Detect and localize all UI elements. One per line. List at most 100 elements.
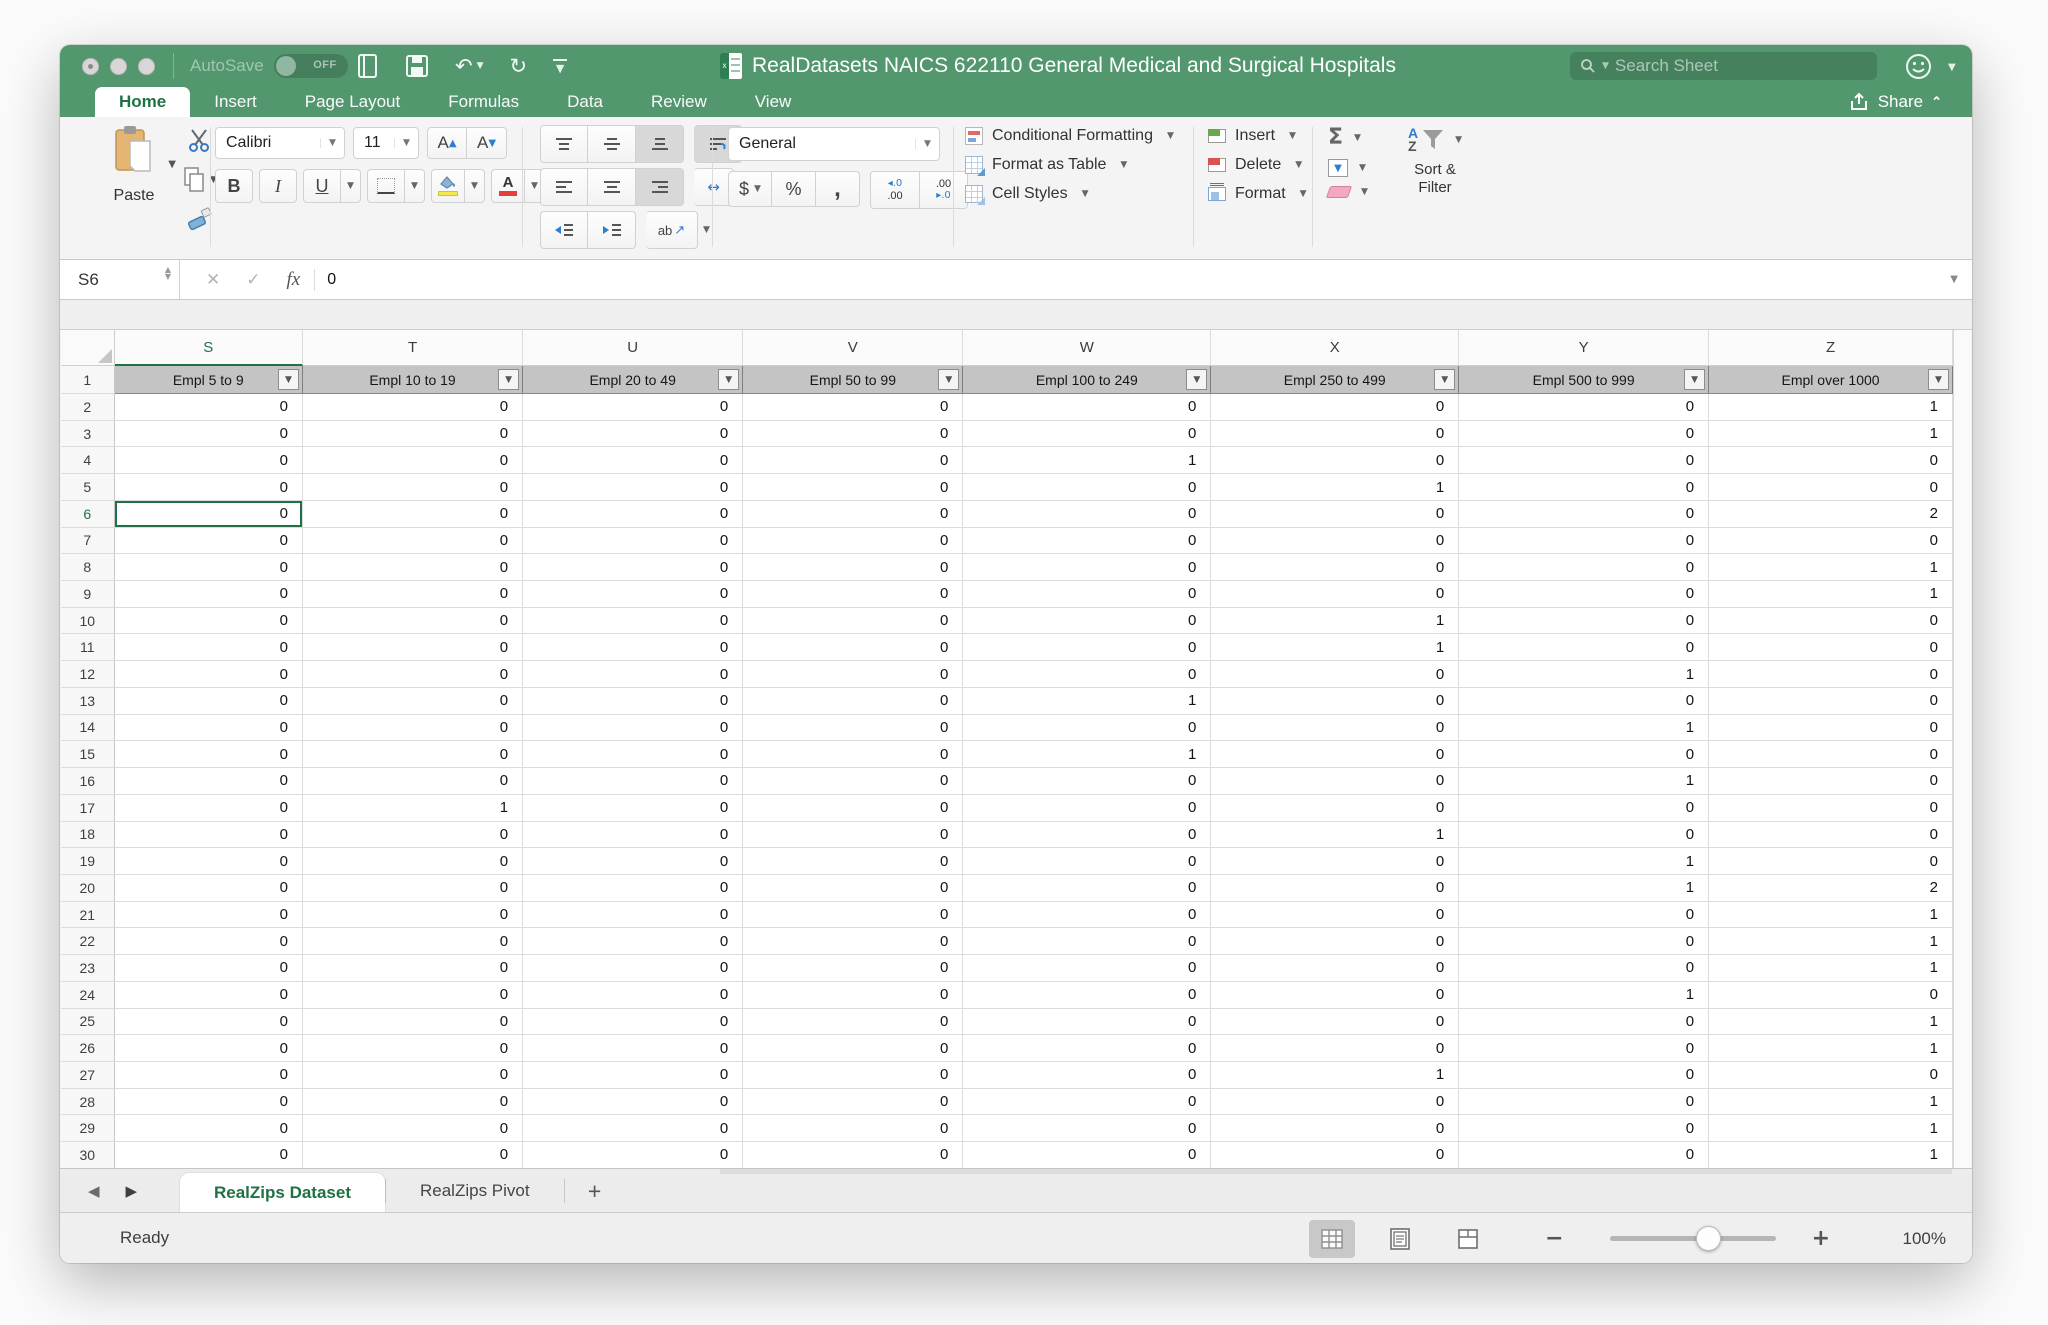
cell-X13[interactable]: 0 bbox=[1211, 688, 1459, 715]
horizontal-scrollbar[interactable] bbox=[720, 1169, 1952, 1174]
tab-view[interactable]: View bbox=[731, 87, 816, 117]
cell-T11[interactable]: 0 bbox=[303, 634, 523, 661]
cell-T14[interactable]: 0 bbox=[303, 715, 523, 742]
cell-Z9[interactable]: 1 bbox=[1709, 581, 1953, 608]
cell-X5[interactable]: 1 bbox=[1211, 474, 1459, 501]
cell-X24[interactable]: 0 bbox=[1211, 982, 1459, 1009]
text-orientation-button[interactable]: ab ↗ bbox=[646, 211, 698, 249]
align-left-button[interactable] bbox=[540, 168, 588, 206]
column-header-V[interactable]: V bbox=[743, 330, 963, 366]
cell-V11[interactable]: 0 bbox=[743, 634, 963, 661]
cell-Z29[interactable]: 1 bbox=[1709, 1115, 1953, 1142]
filter-header-cell-S[interactable]: Empl 5 to 9▼ bbox=[115, 366, 303, 394]
filter-header-cell-Y[interactable]: Empl 500 to 999▼ bbox=[1459, 366, 1709, 394]
cell-W14[interactable]: 0 bbox=[963, 715, 1211, 742]
add-sheet-button[interactable]: + bbox=[565, 1169, 625, 1213]
cell-V4[interactable]: 0 bbox=[743, 447, 963, 474]
cell-Y12[interactable]: 1 bbox=[1459, 661, 1709, 688]
row-header-6[interactable]: 6 bbox=[61, 501, 115, 528]
zoom-window-button[interactable] bbox=[138, 58, 155, 75]
cell-Y27[interactable]: 0 bbox=[1459, 1062, 1709, 1089]
cell-T13[interactable]: 0 bbox=[303, 688, 523, 715]
cell-Y14[interactable]: 1 bbox=[1459, 715, 1709, 742]
cell-S8[interactable]: 0 bbox=[115, 554, 303, 581]
cell-S15[interactable]: 0 bbox=[115, 741, 303, 768]
cell-V2[interactable]: 0 bbox=[743, 394, 963, 421]
cell-V30[interactable]: 0 bbox=[743, 1142, 963, 1168]
row-header-3[interactable]: 3 bbox=[61, 421, 115, 448]
cell-T28[interactable]: 0 bbox=[303, 1089, 523, 1116]
cell-U17[interactable]: 0 bbox=[523, 795, 743, 822]
cell-Z8[interactable]: 1 bbox=[1709, 554, 1953, 581]
cell-S7[interactable]: 0 bbox=[115, 528, 303, 555]
sheet-tab-realzips-pivot[interactable]: RealZips Pivot bbox=[386, 1169, 564, 1213]
redo-button[interactable]: ↻ bbox=[510, 54, 528, 78]
cell-T19[interactable]: 0 bbox=[303, 848, 523, 875]
cell-W24[interactable]: 0 bbox=[963, 982, 1211, 1009]
cell-S26[interactable]: 0 bbox=[115, 1035, 303, 1062]
page-break-view-button[interactable] bbox=[1445, 1220, 1491, 1258]
decrease-decimal-button[interactable]: .00 ▸.0 bbox=[919, 172, 967, 208]
cell-W21[interactable]: 0 bbox=[963, 902, 1211, 929]
row-header-20[interactable]: 20 bbox=[61, 875, 115, 902]
row-header-13[interactable]: 13 bbox=[61, 688, 115, 715]
conditional-formatting-button[interactable]: Conditional Formatting ▼ bbox=[965, 127, 1174, 145]
cell-W3[interactable]: 0 bbox=[963, 421, 1211, 448]
cell-V19[interactable]: 0 bbox=[743, 848, 963, 875]
cell-U28[interactable]: 0 bbox=[523, 1089, 743, 1116]
cell-S25[interactable]: 0 bbox=[115, 1009, 303, 1036]
format-painter-button[interactable] bbox=[186, 207, 212, 231]
filter-dropdown-button[interactable]: ▼ bbox=[1684, 369, 1705, 390]
column-header-Z[interactable]: Z bbox=[1709, 330, 1953, 366]
cell-V6[interactable]: 0 bbox=[743, 501, 963, 528]
comma-format-button[interactable]: , bbox=[816, 171, 860, 207]
cell-W12[interactable]: 0 bbox=[963, 661, 1211, 688]
column-header-T[interactable]: T bbox=[303, 330, 523, 366]
row-header-16[interactable]: 16 bbox=[61, 768, 115, 795]
row-header-26[interactable]: 26 bbox=[61, 1035, 115, 1062]
cell-S2[interactable]: 0 bbox=[115, 394, 303, 421]
filter-dropdown-button[interactable]: ▼ bbox=[1186, 369, 1207, 390]
fill-color-button[interactable] bbox=[431, 169, 465, 203]
delete-cells-button[interactable]: Delete ▼ bbox=[1208, 156, 1307, 174]
cell-W27[interactable]: 0 bbox=[963, 1062, 1211, 1089]
cell-S19[interactable]: 0 bbox=[115, 848, 303, 875]
cell-X15[interactable]: 0 bbox=[1211, 741, 1459, 768]
cell-Z19[interactable]: 0 bbox=[1709, 848, 1953, 875]
cell-W15[interactable]: 1 bbox=[963, 741, 1211, 768]
cell-S4[interactable]: 0 bbox=[115, 447, 303, 474]
tab-data[interactable]: Data bbox=[543, 87, 627, 117]
cell-W13[interactable]: 1 bbox=[963, 688, 1211, 715]
cell-T3[interactable]: 0 bbox=[303, 421, 523, 448]
cell-T26[interactable]: 0 bbox=[303, 1035, 523, 1062]
cell-V22[interactable]: 0 bbox=[743, 928, 963, 955]
cell-V16[interactable]: 0 bbox=[743, 768, 963, 795]
row-header-19[interactable]: 19 bbox=[61, 848, 115, 875]
autosave-toggle[interactable]: OFF bbox=[274, 54, 348, 78]
cell-U15[interactable]: 0 bbox=[523, 741, 743, 768]
filter-dropdown-button[interactable]: ▼ bbox=[1928, 369, 1949, 390]
collapse-ribbon-icon[interactable]: ⌃ bbox=[1931, 94, 1942, 110]
font-color-button[interactable]: A bbox=[491, 169, 525, 203]
cell-X3[interactable]: 0 bbox=[1211, 421, 1459, 448]
cell-Z5[interactable]: 0 bbox=[1709, 474, 1953, 501]
cell-Z20[interactable]: 2 bbox=[1709, 875, 1953, 902]
cell-Y17[interactable]: 0 bbox=[1459, 795, 1709, 822]
cell-T9[interactable]: 0 bbox=[303, 581, 523, 608]
cell-S9[interactable]: 0 bbox=[115, 581, 303, 608]
insert-function-icon[interactable]: fx bbox=[287, 269, 301, 291]
increase-indent-button[interactable] bbox=[588, 211, 636, 249]
cell-W9[interactable]: 0 bbox=[963, 581, 1211, 608]
cell-Y15[interactable]: 0 bbox=[1459, 741, 1709, 768]
cell-S17[interactable]: 0 bbox=[115, 795, 303, 822]
font-family-select[interactable]: Calibri ▼ bbox=[215, 127, 345, 159]
cell-U4[interactable]: 0 bbox=[523, 447, 743, 474]
cell-Z22[interactable]: 1 bbox=[1709, 928, 1953, 955]
cell-X12[interactable]: 0 bbox=[1211, 661, 1459, 688]
cell-Z15[interactable]: 0 bbox=[1709, 741, 1953, 768]
copy-button[interactable]: ▼ bbox=[182, 167, 217, 193]
cell-Y18[interactable]: 0 bbox=[1459, 822, 1709, 849]
fill-color-caret-icon[interactable]: ▼ bbox=[465, 169, 485, 203]
row-header-14[interactable]: 14 bbox=[61, 715, 115, 742]
zoom-in-button[interactable]: + bbox=[1804, 1226, 1838, 1251]
